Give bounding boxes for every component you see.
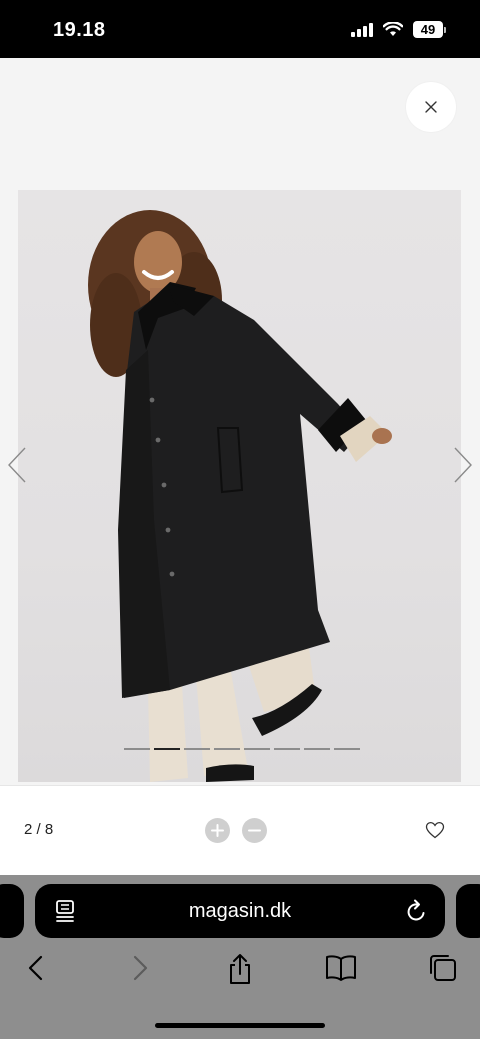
slide-dot[interactable]	[274, 748, 300, 750]
status-time: 19.18	[53, 19, 106, 41]
image-viewer	[0, 58, 480, 785]
browser-nav-bar	[0, 953, 480, 987]
reload-button[interactable]	[406, 899, 428, 928]
viewer-toolbar: 2 / 8	[0, 785, 480, 875]
share-button[interactable]	[226, 953, 254, 990]
back-icon	[28, 955, 43, 981]
home-indicator	[155, 1023, 325, 1028]
address-bar[interactable]: magasin.dk	[35, 884, 445, 938]
battery-level: 49	[413, 21, 443, 38]
minus-icon	[248, 829, 261, 832]
image-counter: 2 / 8	[24, 821, 54, 838]
slide-dot[interactable]	[334, 748, 360, 750]
battery-tip	[444, 26, 446, 33]
forward-icon	[133, 955, 148, 981]
close-button[interactable]	[406, 82, 456, 132]
forward-button[interactable]	[130, 953, 150, 988]
status-bar: 19.18 49	[0, 0, 480, 58]
product-photo[interactable]	[18, 190, 461, 782]
browser-chrome: magasin.dk	[0, 875, 480, 1039]
bookmarks-icon	[326, 955, 356, 981]
heart-icon	[425, 821, 445, 839]
cellular-signal-icon	[351, 22, 373, 37]
tabs-icon	[430, 955, 456, 981]
url-text: magasin.dk	[188, 900, 292, 922]
slide-dot[interactable]	[304, 748, 330, 750]
next-image-button[interactable]	[452, 446, 474, 489]
battery-indicator: 49	[413, 21, 446, 38]
slide-dot[interactable]	[124, 748, 150, 750]
back-button[interactable]	[26, 953, 46, 988]
favorite-button[interactable]	[425, 821, 445, 844]
close-icon	[425, 101, 437, 113]
previous-tab-preview[interactable]	[0, 884, 24, 938]
status-icons: 49	[351, 21, 446, 38]
slide-indicator	[124, 748, 360, 750]
zoom-in-button[interactable]	[205, 818, 230, 843]
slide-dot[interactable]	[214, 748, 240, 750]
reload-icon	[407, 899, 425, 921]
wifi-icon	[383, 22, 403, 36]
bookmarks-button[interactable]	[325, 953, 357, 988]
model-wearing-coat-image	[88, 210, 392, 782]
chevron-left-icon	[8, 447, 26, 483]
plus-icon	[211, 824, 224, 837]
zoom-out-button[interactable]	[242, 818, 267, 843]
share-icon	[230, 954, 250, 984]
previous-image-button[interactable]	[6, 446, 28, 489]
slide-dot[interactable]	[244, 748, 270, 750]
slide-dot[interactable]	[184, 748, 210, 750]
slide-dot-active[interactable]	[154, 748, 180, 750]
next-tab-preview[interactable]	[456, 884, 480, 938]
chevron-right-icon	[454, 447, 472, 483]
tabs-button[interactable]	[428, 953, 458, 988]
